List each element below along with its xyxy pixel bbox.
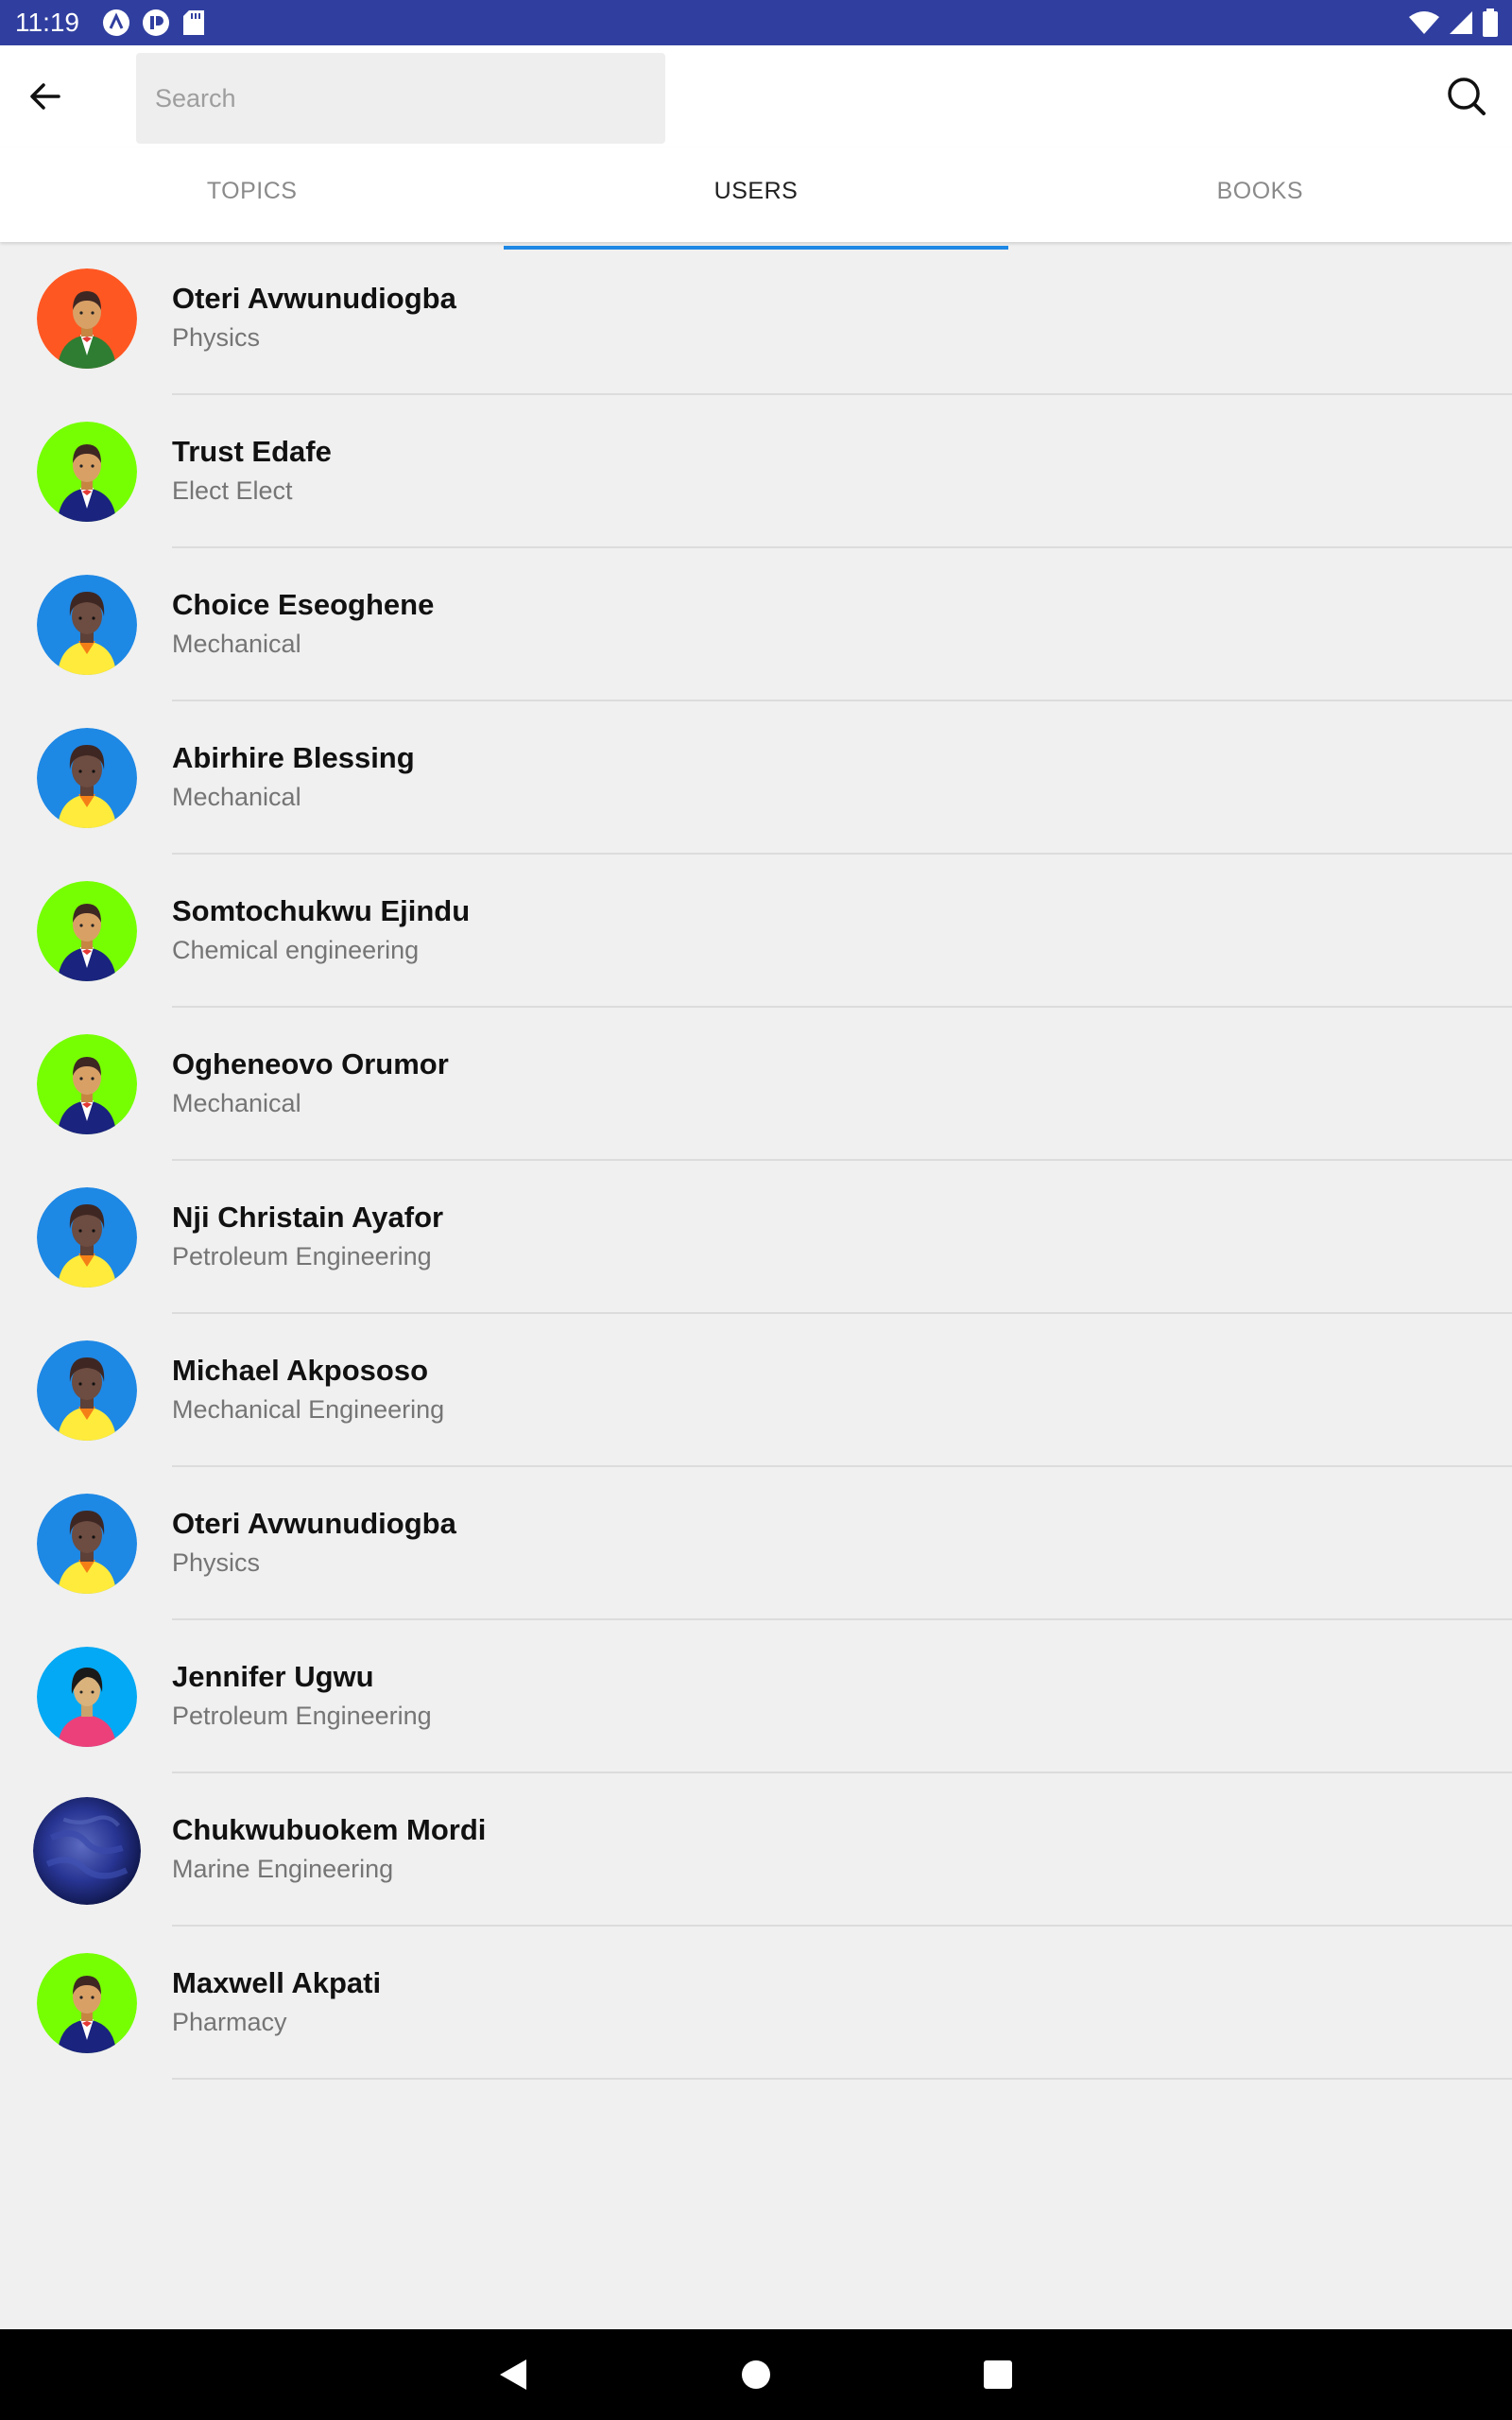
user-subject: Physics <box>172 323 261 352</box>
status-time: 11:19 <box>15 8 79 37</box>
list-item[interactable]: Oteri Avwunudiogba Physics <box>0 242 1512 395</box>
divider <box>172 2078 1512 2080</box>
user-subject: Marine Engineering <box>172 1855 394 1883</box>
woman-pink-shirt-avatar <box>37 1647 137 1747</box>
man-yellow-shirt-avatar <box>37 728 137 828</box>
list-item[interactable]: Choice Eseoghene Mechanical <box>0 548 1512 701</box>
tab-books[interactable]: BOOKS <box>1008 140 1512 242</box>
list-item[interactable]: Abirhire Blessing Mechanical <box>0 701 1512 855</box>
man-blue-suit-avatar <box>37 1953 137 2053</box>
notification-icons <box>102 9 206 42</box>
user-subject: Chemical engineering <box>172 936 420 964</box>
back-button[interactable] <box>19 74 72 119</box>
list-item[interactable]: Maxwell Akpati Pharmacy <box>0 1927 1512 2080</box>
nav-home-button[interactable] <box>730 2348 782 2401</box>
search-button[interactable] <box>1440 74 1493 119</box>
sd-card-icon <box>181 9 206 42</box>
tab-users[interactable]: USERS <box>504 140 1008 250</box>
user-subject: Petroleum Engineering <box>172 1702 432 1730</box>
app-a-icon <box>102 9 130 42</box>
user-subject: Mechanical <box>172 783 301 811</box>
user-name: Maxwell Akpati <box>172 1966 382 1999</box>
user-subject: Mechanical <box>172 1089 301 1117</box>
man-yellow-shirt-avatar <box>37 575 137 675</box>
nav-back-button[interactable] <box>486 2348 539 2401</box>
tab-bar: TOPICS USERS BOOKS <box>0 147 1512 250</box>
man-yellow-shirt-avatar <box>37 1187 137 1288</box>
man-blue-suit-avatar <box>37 881 137 981</box>
recents-square-icon <box>984 2360 1012 2389</box>
arrow-left-icon <box>30 83 60 110</box>
wifi-icon <box>1408 9 1440 41</box>
user-name: Ogheneovo Orumor <box>172 1047 449 1080</box>
user-subject: Mechanical Engineering <box>172 1395 445 1424</box>
status-bar: 11:19 <box>0 0 1512 45</box>
app-p-icon <box>142 9 170 42</box>
user-name: Oteri Avwunudiogba <box>172 282 456 315</box>
battery-icon <box>1482 9 1499 42</box>
user-name: Trust Edafe <box>172 435 332 468</box>
man-blue-suit-avatar <box>37 422 137 522</box>
user-subject: Elect Elect <box>172 476 293 505</box>
system-icons <box>1408 9 1499 42</box>
list-item[interactable]: Chukwubuokem Mordi Marine Engineering <box>0 1773 1512 1927</box>
man-yellow-shirt-avatar <box>37 1340 137 1441</box>
user-name: Nji Christain Ayafor <box>172 1201 444 1234</box>
list-item[interactable]: Oteri Avwunudiogba Physics <box>0 1467 1512 1620</box>
user-subject: Mechanical <box>172 630 301 658</box>
user-name: Michael Akpososo <box>172 1354 429 1387</box>
photo-avatar <box>33 1797 141 1905</box>
list-item[interactable]: Nji Christain Ayafor Petroleum Engineeri… <box>0 1161 1512 1314</box>
man-green-suit-avatar <box>37 268 137 369</box>
list-item[interactable]: Jennifer Ugwu Petroleum Engineering <box>0 1620 1512 1773</box>
home-circle-icon <box>742 2360 770 2389</box>
user-name: Choice Eseoghene <box>172 588 435 621</box>
search-input[interactable] <box>136 53 665 144</box>
navigation-bar <box>0 2329 1512 2420</box>
man-yellow-shirt-avatar <box>37 1494 137 1594</box>
user-name: Chukwubuokem Mordi <box>172 1813 487 1846</box>
list-item[interactable]: Ogheneovo Orumor Mechanical <box>0 1008 1512 1161</box>
search-icon <box>1448 78 1486 115</box>
user-subject: Petroleum Engineering <box>172 1242 432 1270</box>
user-subject: Physics <box>172 1548 261 1577</box>
list-item[interactable]: Somtochukwu Ejindu Chemical engineering <box>0 855 1512 1008</box>
list-item[interactable]: Trust Edafe Elect Elect <box>0 395 1512 548</box>
list-item[interactable]: Michael Akpososo Mechanical Engineering <box>0 1314 1512 1467</box>
tab-topics[interactable]: TOPICS <box>0 140 504 242</box>
search-box[interactable] <box>136 53 665 144</box>
back-triangle-icon <box>500 2360 526 2390</box>
user-name: Abirhire Blessing <box>172 741 415 774</box>
user-name: Oteri Avwunudiogba <box>172 1507 456 1540</box>
user-name: Somtochukwu Ejindu <box>172 894 471 927</box>
toolbar <box>0 45 1512 147</box>
user-subject: Pharmacy <box>172 2008 287 2036</box>
cell-signal-icon <box>1448 9 1474 41</box>
man-blue-suit-avatar <box>37 1034 137 1134</box>
nav-recents-button[interactable] <box>971 2348 1024 2401</box>
user-list: Oteri Avwunudiogba Physics Trust Edafe E… <box>0 242 1512 2080</box>
user-name: Jennifer Ugwu <box>172 1660 374 1693</box>
